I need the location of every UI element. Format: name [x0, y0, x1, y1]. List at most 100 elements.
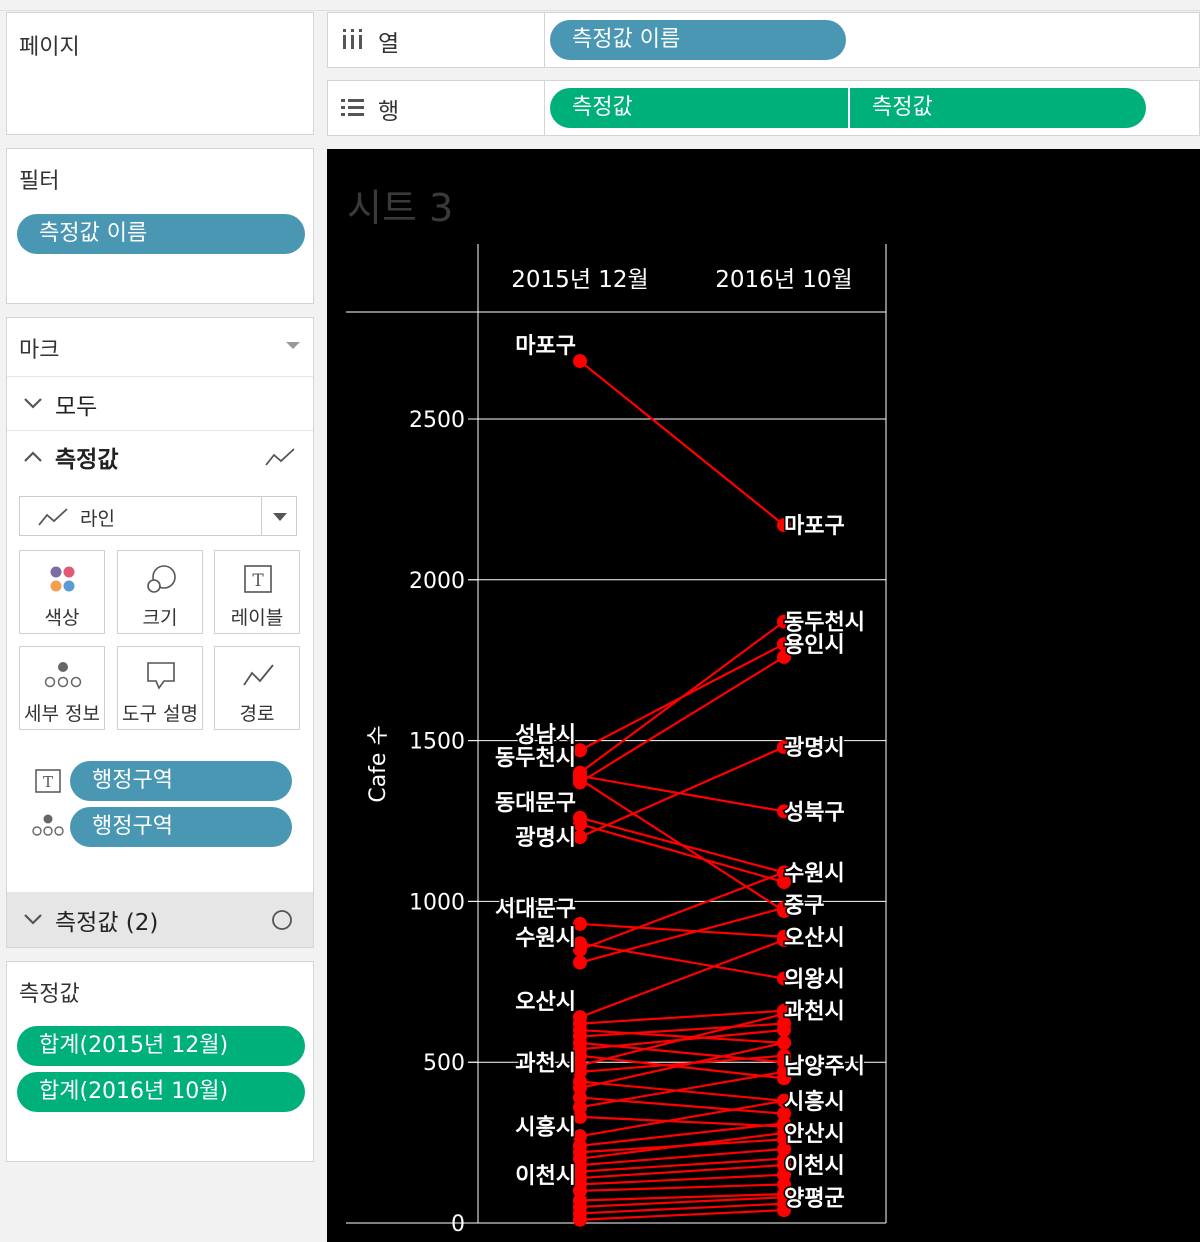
columns-shelf[interactable]: 열 측정값 이름	[327, 12, 1200, 68]
y-axis-label: Cafe 수	[366, 725, 391, 802]
size-icon	[147, 565, 176, 593]
measure-pill-2015-12[interactable]: 합계(2015년 12월)	[17, 1026, 305, 1066]
series-point-start-5	[573, 768, 587, 783]
marks-all-row[interactable]: 모두	[7, 377, 313, 430]
rows-shelf[interactable]: 행 측정값 측정값	[327, 80, 1200, 136]
path-button-label: 경로	[239, 703, 275, 725]
detail-button[interactable]: 세부 정보	[19, 646, 105, 730]
visualization-area[interactable]: 시트 3 2015년 12월 2016년 10월 0 500 1000 1500 2000 2…	[327, 149, 1200, 1242]
tooltip-button[interactable]: 도구 설명	[117, 646, 203, 730]
data-label-right-3: 광명시	[784, 736, 845, 761]
columns-icon	[343, 29, 362, 49]
series-line-35	[579, 1183, 785, 1192]
series-line-25	[579, 1070, 785, 1109]
data-label-left-7: 오산시	[515, 990, 576, 1015]
data-label-right-9: 과천시	[784, 1000, 845, 1025]
column-header-0: 2015년 12월	[511, 267, 648, 293]
y-tick-label-1500: 1500	[409, 730, 465, 755]
data-label-right-2: 용인시	[784, 633, 845, 658]
series-point-end-18	[777, 1023, 791, 1038]
divider	[261, 497, 262, 535]
slope-chart[interactable]: 2015년 12월 2016년 10월 0 500 1000 1500 2000 2500 Ca…	[327, 149, 1200, 1242]
series-line-0	[579, 360, 785, 526]
y-tick-label-1000: 1000	[409, 890, 465, 915]
detail-button-label: 세부 정보	[24, 703, 100, 725]
data-label-right-13: 이천시	[784, 1154, 845, 1179]
data-label-left-4: 광명시	[515, 826, 576, 851]
line-mark-icon	[265, 448, 295, 466]
series-line-5	[579, 774, 785, 813]
marks-measure-row[interactable]: 측정값	[7, 431, 313, 483]
chevron-down-icon	[24, 398, 42, 409]
divider	[544, 81, 545, 135]
data-label-right-5: 수원시	[784, 861, 845, 886]
series-line-6	[579, 816, 785, 874]
marks-title: 마크	[19, 338, 60, 363]
rows-pill-measure-values-2[interactable]: 측정값	[850, 88, 1146, 128]
series-line-4	[579, 656, 785, 784]
pages-title: 페이지	[19, 35, 80, 60]
chevron-up-icon	[24, 451, 42, 462]
y-tick-label-500: 500	[423, 1051, 465, 1076]
columns-pill-measure-names[interactable]: 측정값 이름	[550, 20, 846, 60]
data-label-right-7: 오산시	[784, 926, 845, 951]
color-icon	[50, 566, 75, 592]
series-line-22	[579, 1080, 785, 1102]
marks-dropdown-icon[interactable]	[285, 340, 301, 350]
mark-type-value: 라인	[80, 508, 115, 530]
mark-type-select[interactable]: 라인	[19, 496, 297, 536]
series-point-end-23	[777, 1035, 791, 1050]
data-label-left-9: 시흥시	[515, 1116, 576, 1141]
circle-mark-icon	[272, 910, 292, 930]
series-line-30	[579, 1131, 785, 1160]
data-label-right-10: 남양주시	[784, 1054, 865, 1079]
pages-panel[interactable]: 페이지	[6, 12, 314, 135]
y-tick-label-2000: 2000	[409, 569, 465, 594]
data-label-left-2: 동두천시	[495, 746, 576, 771]
rows-shelf-label: 행	[378, 99, 400, 125]
marks-measure-label: 측정값	[55, 447, 119, 473]
size-button[interactable]: 크기	[117, 550, 203, 634]
marks-measure2-row[interactable]: 측정값 (2)	[7, 892, 313, 947]
series-line-13	[579, 938, 785, 1019]
series-line-10	[579, 871, 785, 951]
y-tick-label-2500: 2500	[409, 408, 465, 433]
measure-values-panel[interactable]: 측정값 합계(2015년 12월) 합계(2016년 10월)	[6, 961, 314, 1162]
measure-pill-2016-10[interactable]: 합계(2016년 10월)	[17, 1072, 305, 1112]
label-pill-district[interactable]: 행정구역	[70, 761, 292, 801]
series-line-28	[579, 1122, 785, 1147]
label-button-label: 레이블	[230, 607, 284, 629]
marks-measure2-label: 측정값 (2)	[55, 910, 159, 936]
path-button[interactable]: 경로	[214, 646, 300, 730]
series-line-8	[579, 746, 785, 839]
filter-pill-measure-names[interactable]: 측정값 이름	[17, 214, 305, 254]
filters-title: 필터	[19, 169, 60, 194]
detail-pill-district[interactable]: 행정구역	[70, 807, 292, 847]
top-toolbar-strip	[0, 0, 1200, 11]
data-label-left-5: 서대문구	[495, 897, 576, 922]
svg-text:T: T	[252, 571, 264, 591]
data-label-right-11: 시흥시	[784, 1090, 845, 1115]
line-mark-icon	[38, 508, 68, 526]
svg-text:T: T	[43, 773, 53, 791]
label-button[interactable]: T 레이블	[214, 550, 300, 634]
data-label-left-1: 성남시	[515, 723, 576, 748]
filters-panel[interactable]: 필터 측정값 이름	[6, 148, 314, 304]
data-label-left-8: 과천시	[515, 1051, 576, 1076]
color-button[interactable]: 색상	[19, 550, 105, 634]
tooltip-icon	[147, 662, 175, 690]
data-label-right-0: 마포구	[784, 514, 845, 539]
rows-pill-measure-values-1[interactable]: 측정값	[550, 88, 848, 128]
path-icon	[243, 664, 274, 686]
series-line-12	[579, 942, 785, 980]
series-line-7	[579, 823, 785, 884]
column-header-1: 2016년 10월	[715, 267, 852, 293]
data-label-right-6: 중구	[784, 894, 824, 919]
data-label-left-0: 마포구	[515, 334, 576, 359]
detail-icon	[32, 814, 64, 836]
chevron-down-icon	[24, 914, 42, 925]
data-label-right-8: 의왕시	[784, 968, 845, 993]
dropdown-arrow-icon	[273, 513, 287, 521]
series-line-16	[579, 1022, 785, 1038]
data-label-left-3: 동대문구	[495, 791, 576, 816]
